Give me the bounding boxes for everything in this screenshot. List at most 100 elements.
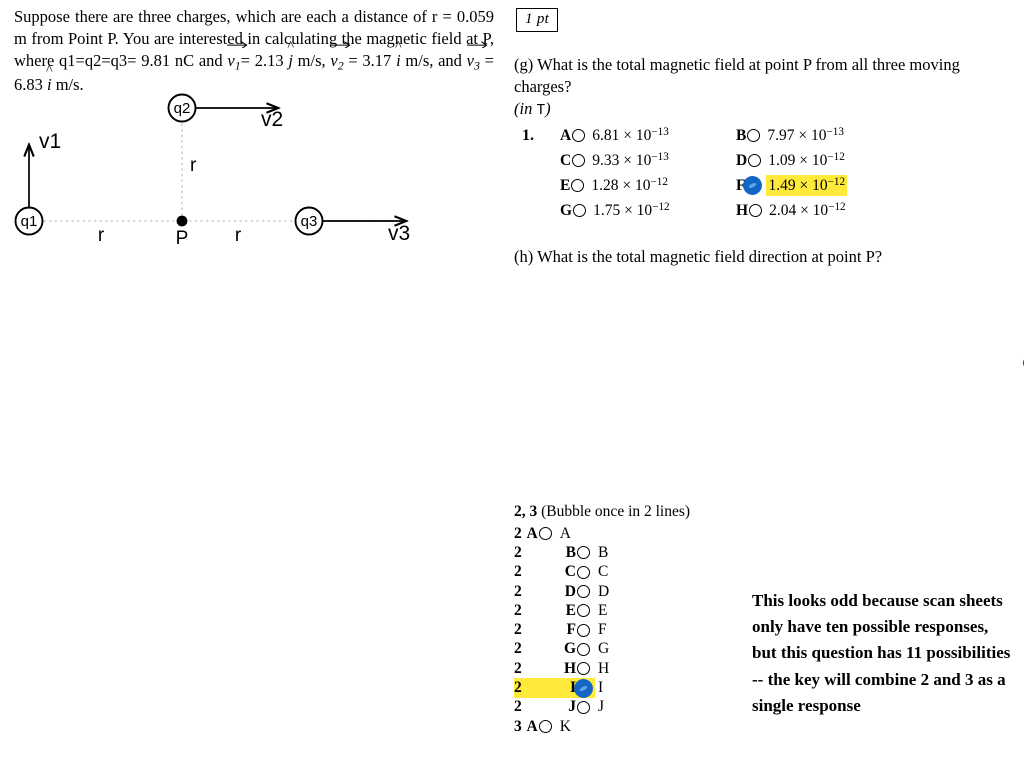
- v1-letter: v: [227, 50, 235, 70]
- v1-label: v1: [39, 130, 61, 153]
- option-value-g: 1.75 × 10−12: [593, 201, 670, 220]
- bubble-row-b[interactable]: 2 B B: [514, 543, 744, 562]
- bubble-row-letter-g: G: [563, 640, 576, 658]
- problem-line-4b: m/s,: [292, 50, 331, 70]
- bubble-row-j[interactable]: 2 J J: [514, 698, 744, 717]
- option-exponent-f: −12: [827, 176, 846, 188]
- answer-bubble-e[interactable]: [571, 179, 585, 192]
- bubble-k[interactable]: [538, 720, 552, 734]
- answer-bubble-f[interactable]: [744, 176, 762, 195]
- option-letter-c: C: [560, 151, 572, 169]
- bubble-row-letter-e: E: [565, 601, 576, 619]
- answer-option-f[interactable]: F 1.49 × 10−12: [736, 175, 912, 197]
- bubble-row-line-g: 2: [514, 640, 522, 658]
- answer-bubble-b[interactable]: [747, 129, 761, 142]
- question-h: (h) What is the total magnetic field dir…: [514, 247, 883, 266]
- answer-option-e[interactable]: E 1.28 × 10−12: [560, 175, 736, 196]
- bubble-row-letter-f: F: [566, 621, 576, 639]
- scan-sheet-note: This looks odd because scan sheets only …: [752, 591, 1011, 715]
- bubble-row-text-j: J: [598, 698, 605, 716]
- points-badge: 1 pt: [516, 8, 559, 32]
- bubble-row-text-f: F: [598, 621, 607, 639]
- answer-options-grid: A 6.81 × 10−13 B 7.97 × 10−13 C 9.33 × 1…: [560, 125, 934, 221]
- bubble-row-f[interactable]: 2 F F: [514, 620, 744, 639]
- charge-configuration-diagram: q1 q2 q3 v1 v2 v3 P r r r: [0, 88, 440, 248]
- bubble-g[interactable]: [577, 642, 590, 656]
- bubble-c[interactable]: [577, 565, 590, 579]
- bubble-row-h[interactable]: 2 H H: [514, 659, 744, 678]
- direction-compass-diagram: A B C D E F G H: [1010, 262, 1024, 454]
- option-value-f: 1.49 × 10−12: [766, 175, 848, 197]
- option-mantissa-g: 1.75 × 10: [593, 202, 653, 219]
- compass-svg: A B C D E F G H: [1022, 353, 1024, 375]
- answer-option-g[interactable]: G 1.75 × 10−12: [560, 200, 736, 221]
- option-exponent-a: −13: [651, 125, 669, 138]
- bubble-row-line-c: 2: [514, 563, 522, 581]
- bubble-h[interactable]: [577, 662, 590, 676]
- answer-bubble-a[interactable]: [572, 129, 586, 142]
- v3-letter: v: [466, 50, 474, 70]
- bubble-row-letter-i: I: [569, 679, 576, 697]
- r-label-left: r: [98, 225, 105, 246]
- bubble-row-text-a: A: [559, 524, 571, 542]
- question-g-text: (g) What is the total magnetic field at …: [514, 55, 960, 96]
- bubble-a[interactable]: [538, 527, 552, 541]
- problem-line-1: Suppose there are three charges, which a…: [14, 7, 427, 26]
- bubble-row-line-e: 2: [514, 601, 522, 619]
- option-letter-g: G: [560, 201, 573, 219]
- option-letter-d: D: [736, 151, 748, 169]
- hat-mark: ^: [287, 39, 294, 55]
- option-exponent-h: −12: [828, 200, 846, 213]
- answer-bubble-d[interactable]: [748, 154, 762, 167]
- hat-mark: ^: [46, 63, 53, 79]
- hat-mark: ^: [395, 39, 402, 55]
- option-exponent-e: −12: [650, 175, 668, 188]
- bubble-d[interactable]: [577, 585, 590, 599]
- problem-statement: Suppose there are three charges, which a…: [14, 6, 494, 96]
- units-prefix: (in: [514, 98, 537, 118]
- bubble-row-a[interactable]: 2AA: [514, 524, 744, 543]
- point-p-dot: [176, 215, 188, 227]
- option-exponent-g: −12: [652, 200, 670, 213]
- option-mantissa-c: 9.33 × 10: [592, 152, 652, 169]
- bubble-row-letter-j: J: [568, 698, 576, 716]
- bubble-list-header-lines: 2, 3: [514, 503, 538, 520]
- charge-q2-label: q2: [174, 100, 191, 117]
- bubble-row-line-a: 2: [514, 524, 522, 542]
- bubble-list-header-note: (Bubble once in 2 lines): [537, 503, 691, 520]
- problem-line-4c: = 3.17: [343, 50, 397, 70]
- answer-option-b[interactable]: B 7.97 × 10−13: [736, 125, 912, 146]
- answer-options-g: 1. A 6.81 × 10−13 B 7.97 × 10−13 C 9.33 …: [514, 125, 934, 221]
- bubble-row-line-j: 2: [514, 698, 522, 716]
- bubble-i[interactable]: [574, 679, 593, 697]
- bubble-row-letter-d: D: [564, 582, 576, 600]
- bubble-row-g[interactable]: 2 G G: [514, 640, 744, 659]
- option-value-a: 6.81 × 10−13: [592, 126, 669, 145]
- answer-option-h[interactable]: H 2.04 × 10−12: [736, 200, 912, 221]
- bubble-row-k[interactable]: 3A K: [514, 717, 744, 736]
- left-column: Suppose there are three charges, which a…: [14, 6, 494, 96]
- hat-i-symbol-1: ^ i: [395, 40, 402, 72]
- bubble-row-e[interactable]: 2 E E: [514, 601, 744, 620]
- bubble-row-text-c: C: [598, 563, 609, 581]
- bubble-j[interactable]: [577, 700, 590, 714]
- answer-bubble-g[interactable]: [573, 204, 587, 217]
- bubble-row-line-i: 2: [514, 679, 522, 697]
- bubble-row-i[interactable]: 2 I I: [514, 678, 603, 698]
- answer-bubble-h[interactable]: [749, 204, 763, 217]
- bubble-e[interactable]: [577, 604, 590, 618]
- bubble-row-letter-k: A: [526, 717, 538, 735]
- answer-option-d[interactable]: D 1.09 × 10−12: [736, 150, 912, 171]
- answer-option-c[interactable]: C 9.33 × 10−13: [560, 150, 736, 171]
- bubble-row-letter-c: C: [564, 563, 576, 581]
- point-p-label: P: [176, 228, 189, 248]
- bubble-row-text-b: B: [598, 543, 609, 561]
- bubble-f[interactable]: [577, 623, 590, 637]
- bubble-row-text-i: I: [598, 679, 604, 697]
- bubble-row-c[interactable]: 2 C C: [514, 563, 744, 582]
- bubble-row-d[interactable]: 2 D D: [514, 582, 744, 601]
- bubble-list-header: 2, 3 (Bubble once in 2 lines): [514, 503, 744, 521]
- bubble-b[interactable]: [577, 546, 590, 560]
- answer-bubble-c[interactable]: [572, 154, 586, 167]
- answer-option-a[interactable]: A 6.81 × 10−13: [560, 125, 736, 146]
